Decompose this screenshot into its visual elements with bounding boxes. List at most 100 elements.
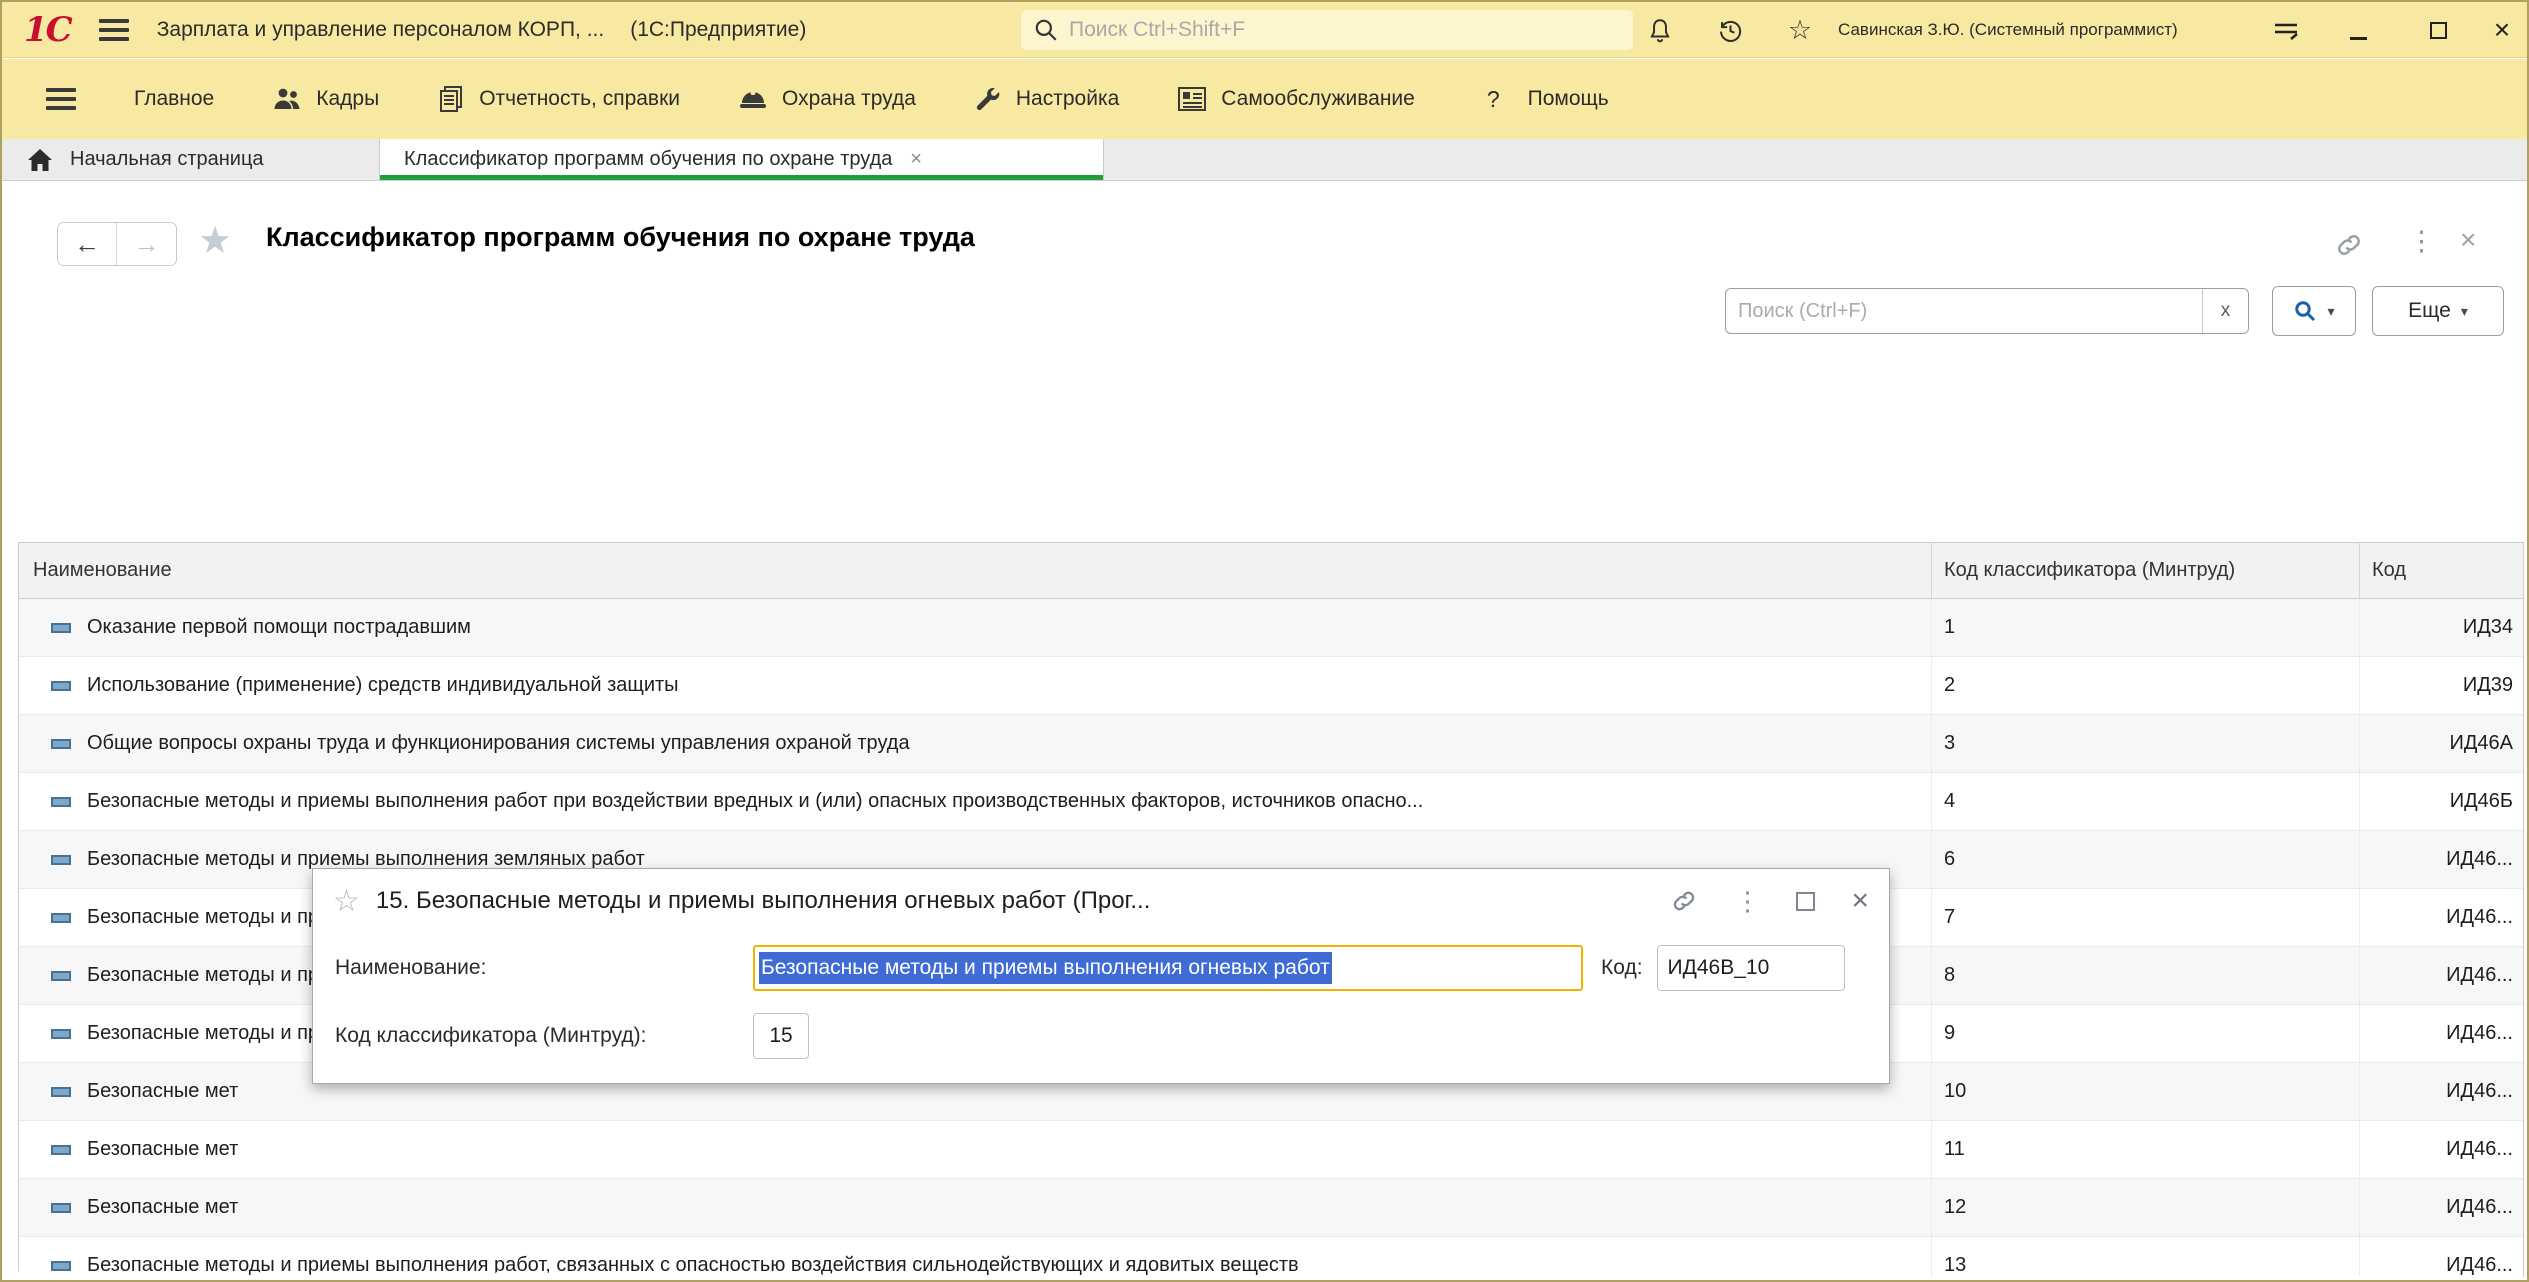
torn-screenshot-edge bbox=[2, 1267, 2527, 1282]
catalog-item-icon bbox=[51, 623, 71, 633]
help-question-icon: ? bbox=[1487, 86, 1500, 113]
row-code: ИД46Б bbox=[2359, 773, 2523, 831]
dialog-mintrud-row: Код классификатора (Минтруд): 15 bbox=[313, 1013, 1889, 1059]
menu-item-kadry[interactable]: Кадры bbox=[272, 85, 379, 113]
form-content: ← → ★ Классификатор программ обучения по… bbox=[2, 182, 2527, 1280]
catalog-item-icon bbox=[51, 1029, 71, 1039]
forward-button[interactable]: → bbox=[117, 223, 176, 265]
catalog-item-icon bbox=[51, 855, 71, 865]
row-name: Безопасные мет bbox=[87, 1138, 238, 1161]
more-actions-dots-icon[interactable]: ⋮ bbox=[2408, 226, 2435, 257]
menu-item-samoobsluzhivanie[interactable]: Самообслуживание bbox=[1177, 86, 1415, 112]
dialog-more-dots-icon[interactable]: ⋮ bbox=[1734, 886, 1760, 917]
tab-classifier[interactable]: Классификатор программ обучения по охран… bbox=[380, 139, 1104, 180]
dialog-name-row: Наименование: Безопасные методы и приемы… bbox=[313, 945, 1889, 991]
table-row[interactable]: Безопасные мет 11 ИД46... bbox=[19, 1121, 2523, 1179]
find-button[interactable]: ▾ bbox=[2272, 286, 2356, 336]
menu-item-nastroika[interactable]: Настройка bbox=[974, 85, 1119, 113]
maximize-button[interactable] bbox=[2422, 14, 2454, 46]
mintrud-field-label: Код классификатора (Минтруд): bbox=[335, 1024, 753, 1048]
row-mintrud-code: 9 bbox=[1931, 1005, 2359, 1063]
catalog-item-icon bbox=[51, 1145, 71, 1155]
row-mintrud-code: 10 bbox=[1931, 1063, 2359, 1121]
back-button[interactable]: ← bbox=[58, 223, 117, 265]
row-mintrud-code: 7 bbox=[1931, 889, 2359, 947]
dialog-titlebar: ☆ 15. Безопасные методы и приемы выполне… bbox=[313, 869, 1889, 933]
table-row[interactable]: Безопасные методы и приемы выполнения ра… bbox=[19, 773, 2523, 831]
tab-home-page[interactable]: Начальная страница bbox=[2, 139, 380, 180]
helmet-icon bbox=[738, 85, 768, 113]
dropdown-caret-icon: ▾ bbox=[2327, 303, 2334, 320]
catalog-item-icon bbox=[51, 797, 71, 807]
global-search-input[interactable]: Поиск Ctrl+Shift+F bbox=[1021, 10, 1633, 50]
catalog-item-icon bbox=[51, 913, 71, 923]
table-row[interactable]: Оказание первой помощи пострадавшим 1 ИД… bbox=[19, 599, 2523, 657]
row-name: Общие вопросы охраны труда и функциониро… bbox=[87, 732, 910, 755]
home-icon bbox=[26, 147, 54, 173]
menu-item-otchetnost[interactable]: Отчетность, справки bbox=[437, 84, 680, 114]
row-code: ИД46... bbox=[2359, 1179, 2523, 1237]
sections-panel-icon[interactable] bbox=[46, 83, 76, 115]
row-name: Безопасные мет bbox=[87, 1080, 238, 1103]
minimize-button[interactable] bbox=[2342, 14, 2374, 46]
list-search-input[interactable]: Поиск (Ctrl+F) x bbox=[1725, 288, 2249, 334]
dropdown-caret-icon: ▾ bbox=[2461, 303, 2468, 320]
service-menu-icon[interactable] bbox=[2270, 14, 2302, 46]
dialog-favorites-star-icon[interactable]: ☆ bbox=[333, 884, 360, 919]
close-window-button[interactable]: × bbox=[2486, 14, 2518, 46]
menu-item-help[interactable]: ? Помощь bbox=[1487, 86, 1609, 113]
row-code: ИД46... bbox=[2359, 889, 2523, 947]
mintrud-input[interactable]: 15 bbox=[753, 1013, 809, 1059]
search-icon bbox=[2293, 299, 2317, 323]
favorites-star-icon[interactable]: ☆ bbox=[1784, 14, 1816, 46]
dialog-title: 15. Безопасные методы и приемы выполнени… bbox=[376, 887, 1635, 915]
main-menu-icon[interactable] bbox=[99, 14, 129, 46]
menu-item-glavnoe[interactable]: Главное bbox=[134, 87, 214, 111]
catalog-item-icon bbox=[51, 1087, 71, 1097]
nav-history-group: ← → bbox=[57, 222, 177, 266]
table-row[interactable]: Использование (применение) средств индив… bbox=[19, 657, 2523, 715]
row-name: Оказание первой помощи пострадавшим bbox=[87, 616, 471, 639]
table-row[interactable]: Общие вопросы охраны труда и функциониро… bbox=[19, 715, 2523, 773]
documents-icon bbox=[437, 84, 465, 114]
app-title: Зарплата и управление персоналом КОРП, .… bbox=[157, 18, 605, 42]
menu-item-ohrana-truda[interactable]: Охрана труда bbox=[738, 85, 916, 113]
tab-close-icon[interactable]: × bbox=[910, 148, 922, 171]
row-name: Использование (применение) средств индив… bbox=[87, 674, 679, 697]
badge-icon bbox=[1177, 86, 1207, 112]
dialog-maximize-icon[interactable] bbox=[1796, 892, 1815, 911]
history-icon[interactable] bbox=[1714, 14, 1746, 46]
current-user[interactable]: Савинская З.Ю. (Системный программист) bbox=[1838, 2, 2178, 58]
row-mintrud-code: 1 bbox=[1931, 599, 2359, 657]
page-title: Классификатор программ обучения по охран… bbox=[266, 222, 975, 253]
dialog-link-icon[interactable] bbox=[1670, 887, 1698, 915]
table-row[interactable]: Безопасные мет 12 ИД46... bbox=[19, 1179, 2523, 1237]
window-titlebar: 1С Зарплата и управление персоналом КОРП… bbox=[2, 2, 2527, 58]
row-code: ИД46... bbox=[2359, 1063, 2523, 1121]
people-icon bbox=[272, 85, 302, 113]
row-code: ИД46... bbox=[2359, 947, 2523, 1005]
row-code: ИД39 bbox=[2359, 657, 2523, 715]
row-mintrud-code: 6 bbox=[1931, 831, 2359, 889]
add-to-favorites-star-icon[interactable]: ★ bbox=[198, 218, 232, 263]
row-code: ИД46А bbox=[2359, 715, 2523, 773]
code-input[interactable]: ИД46В_10 bbox=[1657, 945, 1845, 991]
more-button[interactable]: Еще ▾ bbox=[2372, 286, 2504, 336]
search-icon bbox=[1033, 17, 1059, 43]
column-header-name[interactable]: Наименование bbox=[19, 543, 1931, 598]
section-menubar: Главное Кадры Отчетность, справки Охрана… bbox=[2, 59, 2527, 139]
column-header-code[interactable]: Код bbox=[2359, 543, 2523, 598]
app-edition: (1С:Предприятие) bbox=[630, 18, 806, 42]
clear-search-icon[interactable]: x bbox=[2202, 289, 2248, 333]
item-edit-dialog: ☆ 15. Безопасные методы и приемы выполне… bbox=[312, 868, 1890, 1084]
dialog-close-icon[interactable]: × bbox=[1851, 884, 1869, 918]
code-field-label: Код: bbox=[1601, 956, 1643, 980]
row-name: Безопасные мет bbox=[87, 1196, 238, 1219]
get-link-icon[interactable] bbox=[2334, 230, 2364, 260]
table-header-row: Наименование Код классификатора (Минтруд… bbox=[19, 543, 2523, 599]
row-mintrud-code: 3 bbox=[1931, 715, 2359, 773]
close-form-icon[interactable]: × bbox=[2460, 224, 2476, 256]
name-input[interactable]: Безопасные методы и приемы выполнения ог… bbox=[753, 945, 1583, 991]
column-header-mintrud-code[interactable]: Код классификатора (Минтруд) bbox=[1931, 543, 2359, 598]
notifications-bell-icon[interactable] bbox=[1644, 14, 1676, 46]
